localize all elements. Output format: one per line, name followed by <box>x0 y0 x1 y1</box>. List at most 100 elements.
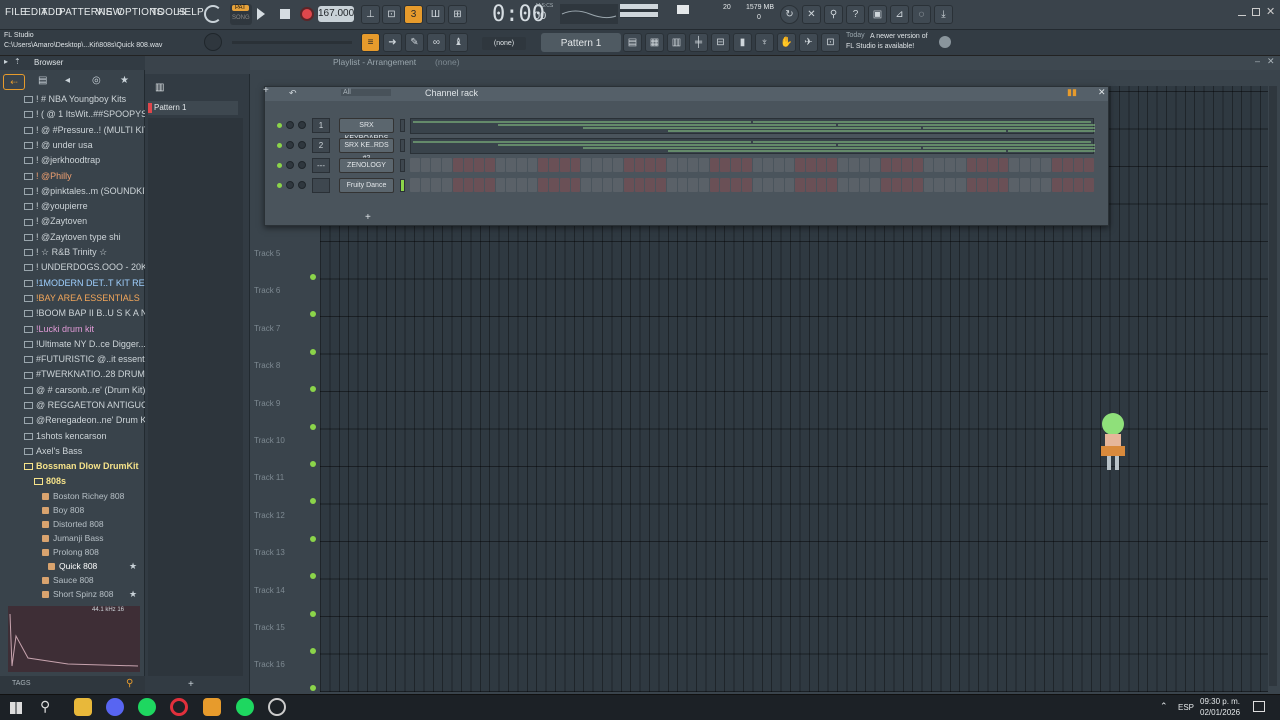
browser-folder-item[interactable]: @ # carsonb..re' (Drum Kit) <box>24 383 145 398</box>
browser-speaker-icon[interactable]: ◂ <box>65 75 70 86</box>
midi-icon[interactable]: ⊿ <box>890 5 909 24</box>
step-button[interactable] <box>1062 158 1073 172</box>
channel-mute-led[interactable] <box>277 183 282 188</box>
channel-filter[interactable]: All <box>341 89 391 96</box>
snap-icon[interactable]: ➜ <box>383 33 402 52</box>
browser-folder-item[interactable]: 1shots kencarson <box>24 429 107 444</box>
browser-folder-item[interactable]: #FUTURISTIC @..it essentials <box>24 352 158 367</box>
step-button[interactable] <box>431 158 442 172</box>
track-mute-led[interactable] <box>310 610 316 617</box>
step-button[interactable] <box>827 158 838 172</box>
step-button[interactable] <box>1009 158 1020 172</box>
step-button[interactable] <box>1030 178 1041 192</box>
play-icon[interactable] <box>257 8 265 20</box>
mixer-icon[interactable]: ✕ <box>802 5 821 24</box>
track-label[interactable]: Track 8 <box>254 361 280 370</box>
sample-file[interactable]: Boy 808 <box>42 503 84 518</box>
step-button[interactable] <box>688 158 698 172</box>
step-button[interactable] <box>484 158 495 172</box>
step-button[interactable] <box>966 158 977 172</box>
stamp-icon[interactable]: ♝ <box>449 33 468 52</box>
step-button[interactable] <box>859 178 870 192</box>
channel-mute-led[interactable] <box>277 143 282 148</box>
step-button[interactable] <box>495 158 506 172</box>
sample-file[interactable]: Boston Richey 808 <box>42 489 124 504</box>
step-button[interactable] <box>666 158 677 172</box>
browser-settings-icon[interactable]: ◎ <box>92 75 101 86</box>
step-button[interactable] <box>1041 178 1052 192</box>
plugin-picker-icon[interactable]: ⚲ <box>824 5 843 24</box>
step-button[interactable] <box>666 178 677 192</box>
step-button[interactable] <box>902 158 913 172</box>
step-button[interactable] <box>452 158 463 172</box>
channel-volume-knob[interactable] <box>298 141 306 149</box>
browser-folder-item[interactable]: ! @pinktales..m (SOUNDKIT) <box>24 184 153 199</box>
mixer-view-icon[interactable]: ╪ <box>689 33 708 52</box>
step-button[interactable] <box>880 158 891 172</box>
step-button[interactable] <box>484 178 495 192</box>
channel-rack-bars-icon[interactable]: ▮▮ <box>1067 87 1077 98</box>
sample-file[interactable]: Short Spinz 808 <box>42 587 113 602</box>
channel-mixer-number[interactable]: 2 <box>312 138 330 153</box>
track-label[interactable]: Track 10 <box>254 436 285 445</box>
project-icon[interactable]: ▮ <box>733 33 752 52</box>
channel-pan-knob[interactable] <box>286 181 294 189</box>
hand-icon[interactable]: ✋ <box>777 33 796 52</box>
step-button[interactable] <box>527 178 538 192</box>
browser-folder-item[interactable]: ! @Zaytoven type shi <box>24 230 121 245</box>
step-button[interactable] <box>1030 158 1041 172</box>
close-icon[interactable]: ✕ <box>1266 5 1275 18</box>
favorite-star-icon[interactable]: ★ <box>129 589 137 600</box>
channel-volume-knob[interactable] <box>298 181 306 189</box>
browser-folder-item[interactable]: !Ultimate NY D..ce Digger...) <box>24 337 149 352</box>
step-button[interactable] <box>987 158 998 172</box>
step-button[interactable] <box>934 158 945 172</box>
browser-folder-item[interactable]: ! @ under usa <box>24 138 93 153</box>
step-button[interactable] <box>452 178 463 192</box>
track-label[interactable]: Track 7 <box>254 324 280 333</box>
sample-file[interactable]: Prolong 808 <box>42 545 99 560</box>
step-button[interactable] <box>1052 158 1062 172</box>
browser-pin-icon[interactable]: ⇡ <box>14 57 21 66</box>
step-button[interactable] <box>463 158 474 172</box>
sample-file[interactable]: Jumanji Bass <box>42 531 104 546</box>
browser-folder-item[interactable]: !BOOM BAP II B..U S K A N A <box>24 306 155 321</box>
add-channel-plus-icon[interactable]: + <box>365 212 371 223</box>
channel-pan-knob[interactable] <box>286 141 294 149</box>
channel-mixer-number[interactable]: --- <box>312 158 330 173</box>
step-button[interactable] <box>645 158 656 172</box>
spotify-alt-icon[interactable] <box>236 698 254 716</box>
record-icon[interactable] <box>300 7 314 21</box>
step-button[interactable] <box>559 178 570 192</box>
step-button[interactable] <box>731 158 741 172</box>
pat-song-toggle[interactable]: PAT SONG <box>230 4 252 25</box>
step-button[interactable] <box>410 178 420 192</box>
save-icon[interactable]: ▣ <box>868 5 887 24</box>
step-button[interactable] <box>474 158 484 172</box>
steam-icon[interactable] <box>268 698 286 716</box>
step-button[interactable] <box>442 158 452 172</box>
step-button[interactable] <box>955 158 966 172</box>
step-button[interactable] <box>613 178 624 192</box>
step-button[interactable] <box>624 158 634 172</box>
step-button[interactable] <box>1073 158 1084 172</box>
step-button[interactable] <box>827 178 838 192</box>
help-icon[interactable]: ? <box>846 5 865 24</box>
browser-folder-item[interactable]: @Renegadeon..ne' Drum Kit <box>24 413 151 428</box>
step-button[interactable] <box>527 158 538 172</box>
track-label[interactable]: Track 16 <box>254 660 285 669</box>
channel-piano-roll-preview[interactable] <box>410 118 1280 134</box>
step-button[interactable] <box>998 158 1009 172</box>
playlist-close-icon[interactable]: ✕ <box>1267 56 1275 67</box>
step-button[interactable] <box>763 158 773 172</box>
step-button[interactable] <box>420 178 431 192</box>
channel-pan-knob[interactable] <box>286 121 294 129</box>
step-button[interactable] <box>795 158 806 172</box>
track-label[interactable]: Track 5 <box>254 249 280 258</box>
news-text[interactable]: A newer version of FL Studio is availabl… <box>846 32 936 52</box>
step-button[interactable] <box>773 158 784 172</box>
metronome-icon[interactable]: ⊥ <box>361 5 380 24</box>
step-button[interactable] <box>934 178 945 192</box>
step-button[interactable] <box>773 178 784 192</box>
step-button[interactable] <box>570 178 581 192</box>
